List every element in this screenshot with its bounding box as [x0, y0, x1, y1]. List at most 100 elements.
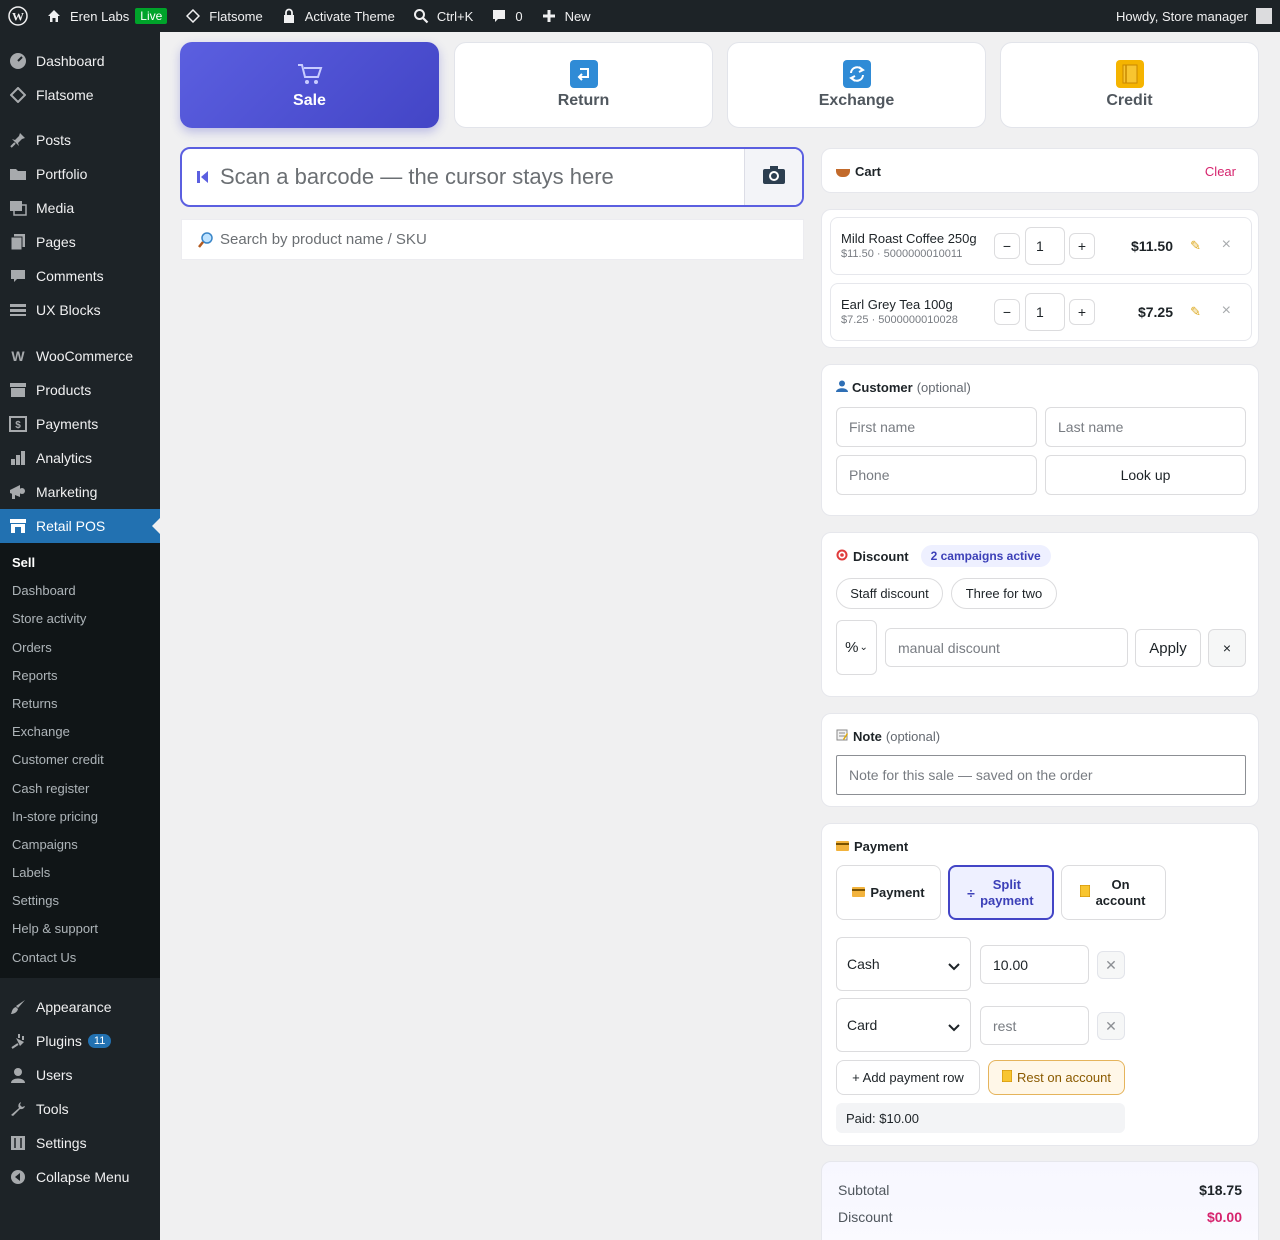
- product-search-box: [181, 219, 804, 260]
- menu-plugins[interactable]: Plugins 11: [0, 1024, 160, 1058]
- apply-discount-button[interactable]: Apply: [1135, 629, 1201, 667]
- qty-input[interactable]: 1: [1025, 227, 1065, 265]
- menu-retail-pos[interactable]: Retail POS: [0, 509, 160, 543]
- tab-return[interactable]: Return: [454, 42, 713, 128]
- site-name-link[interactable]: Eren Labs Live: [36, 0, 175, 32]
- submenu-settings[interactable]: Settings: [0, 887, 160, 915]
- phone-field[interactable]: [836, 455, 1037, 495]
- comments-link[interactable]: 0: [481, 0, 530, 32]
- first-name-field[interactable]: [836, 407, 1037, 447]
- increase-qty-button[interactable]: +: [1069, 233, 1095, 259]
- last-name-field[interactable]: [1045, 407, 1246, 447]
- menu-appearance[interactable]: Appearance: [0, 990, 160, 1024]
- qty-input[interactable]: 1: [1025, 293, 1065, 331]
- activate-theme-link[interactable]: Activate Theme: [271, 0, 403, 32]
- lookup-button[interactable]: Look up: [1045, 455, 1246, 495]
- menu-woocommerce[interactable]: W WooCommerce: [0, 339, 160, 373]
- product-search-input[interactable]: [182, 231, 803, 248]
- tab-exchange[interactable]: Exchange: [727, 42, 986, 128]
- submenu-help-support[interactable]: Help & support: [0, 915, 160, 943]
- new-content-link[interactable]: New: [531, 0, 599, 32]
- command-palette-link[interactable]: Ctrl+K: [403, 0, 481, 32]
- cart-item-price: $7.25: [1137, 304, 1173, 320]
- wordpress-logo-icon[interactable]: W: [0, 0, 36, 32]
- add-payment-row-button[interactable]: + Add payment row: [836, 1060, 980, 1095]
- pencil-icon[interactable]: ✎: [1190, 304, 1201, 320]
- increase-qty-button[interactable]: +: [1069, 299, 1095, 325]
- search-icon: [411, 6, 431, 26]
- remove-item-icon[interactable]: ×: [1222, 236, 1231, 254]
- menu-tools[interactable]: Tools: [0, 1092, 160, 1126]
- cart-item-price: $11.50: [1130, 238, 1173, 254]
- menu-ux-blocks[interactable]: UX Blocks: [0, 293, 160, 327]
- menu-comments[interactable]: Comments: [0, 259, 160, 293]
- decrease-qty-button[interactable]: −: [994, 233, 1020, 259]
- menu-media[interactable]: Media: [0, 191, 160, 225]
- submenu-customer-credit[interactable]: Customer credit: [0, 746, 160, 774]
- payment-method-single[interactable]: Payment: [836, 865, 941, 920]
- submenu-cash-register[interactable]: Cash register: [0, 775, 160, 803]
- submenu-returns[interactable]: Returns: [0, 690, 160, 718]
- submenu-orders[interactable]: Orders: [0, 634, 160, 662]
- menu-analytics[interactable]: Analytics: [0, 441, 160, 475]
- pencil-icon[interactable]: ✎: [1190, 238, 1201, 254]
- cart-items-panel: Mild Roast Coffee 250g $11.50 · 50000000…: [821, 209, 1259, 348]
- submenu-campaigns[interactable]: Campaigns: [0, 831, 160, 859]
- camera-button[interactable]: [744, 149, 802, 205]
- payment-row-method-select[interactable]: Cash: [836, 937, 971, 991]
- live-badge: Live: [135, 8, 168, 24]
- menu-pages[interactable]: Pages: [0, 225, 160, 259]
- menu-payments[interactable]: $ Payments: [0, 407, 160, 441]
- menu-products[interactable]: Products: [0, 373, 160, 407]
- submenu-reports[interactable]: Reports: [0, 662, 160, 690]
- clear-discount-button[interactable]: ×: [1208, 629, 1246, 667]
- tab-credit[interactable]: Credit: [1000, 42, 1259, 128]
- barcode-scan-box: [180, 147, 804, 207]
- manual-discount-input[interactable]: [885, 628, 1128, 667]
- menu-users[interactable]: Users: [0, 1058, 160, 1092]
- rest-on-account-button[interactable]: Rest on account: [988, 1060, 1125, 1095]
- payment-method-on-account[interactable]: On account: [1061, 865, 1166, 920]
- submenu-contact-us[interactable]: Contact Us: [0, 944, 160, 972]
- submenu-store-activity[interactable]: Store activity: [0, 605, 160, 633]
- decrease-qty-button[interactable]: −: [994, 299, 1020, 325]
- lock-icon: [279, 6, 299, 26]
- submenu-in-store-pricing[interactable]: In-store pricing: [0, 803, 160, 831]
- target-icon: [836, 549, 848, 564]
- payment-method-split[interactable]: ÷ Split payment: [948, 865, 1054, 920]
- remove-item-icon[interactable]: ×: [1222, 302, 1231, 320]
- totals-panel: Subtotal $18.75 Discount $0.00: [821, 1161, 1259, 1240]
- menu-settings[interactable]: Settings: [0, 1126, 160, 1160]
- remove-payment-row-icon[interactable]: ✕: [1097, 951, 1125, 979]
- three-for-two-pill[interactable]: Three for two: [951, 578, 1057, 609]
- menu-label: Analytics: [36, 450, 93, 466]
- menu-collapse[interactable]: Collapse Menu: [0, 1160, 160, 1194]
- cart-item-name: Earl Grey Tea 100g: [841, 297, 953, 312]
- note-title: Note (optional): [836, 729, 940, 744]
- menu-marketing[interactable]: Marketing: [0, 475, 160, 509]
- note-input[interactable]: [836, 755, 1246, 795]
- payment-row-amount-input[interactable]: [980, 945, 1089, 984]
- payment-row-amount-input[interactable]: [980, 1006, 1089, 1045]
- submenu-labels[interactable]: Labels: [0, 859, 160, 887]
- menu-flatsome[interactable]: Flatsome: [0, 78, 160, 112]
- payment-row-method-select[interactable]: Card: [836, 998, 971, 1052]
- customer-title: Customer (optional): [836, 380, 971, 395]
- cart-item-meta: $7.25 · 5000000010028: [841, 314, 958, 326]
- remove-payment-row-icon[interactable]: ✕: [1097, 1012, 1125, 1040]
- account-menu[interactable]: Howdy, Store manager: [1116, 8, 1280, 24]
- flatsome-link[interactable]: Flatsome: [175, 0, 270, 32]
- tab-sale[interactable]: Sale: [180, 42, 439, 128]
- menu-portfolio[interactable]: Portfolio: [0, 157, 160, 191]
- staff-discount-pill[interactable]: Staff discount: [836, 578, 943, 609]
- submenu-sell[interactable]: Sell: [0, 549, 160, 577]
- howdy-label: Howdy, Store manager: [1116, 8, 1248, 24]
- clear-cart-button[interactable]: Clear: [1205, 164, 1236, 179]
- submenu-exchange[interactable]: Exchange: [0, 718, 160, 746]
- credit-card-icon: [836, 839, 849, 854]
- barcode-input[interactable]: [182, 149, 744, 205]
- discount-type-select[interactable]: % ⌄: [836, 620, 877, 675]
- submenu-dashboard[interactable]: Dashboard: [0, 577, 160, 605]
- menu-dashboard[interactable]: Dashboard: [0, 44, 160, 78]
- menu-posts[interactable]: Posts: [0, 123, 160, 157]
